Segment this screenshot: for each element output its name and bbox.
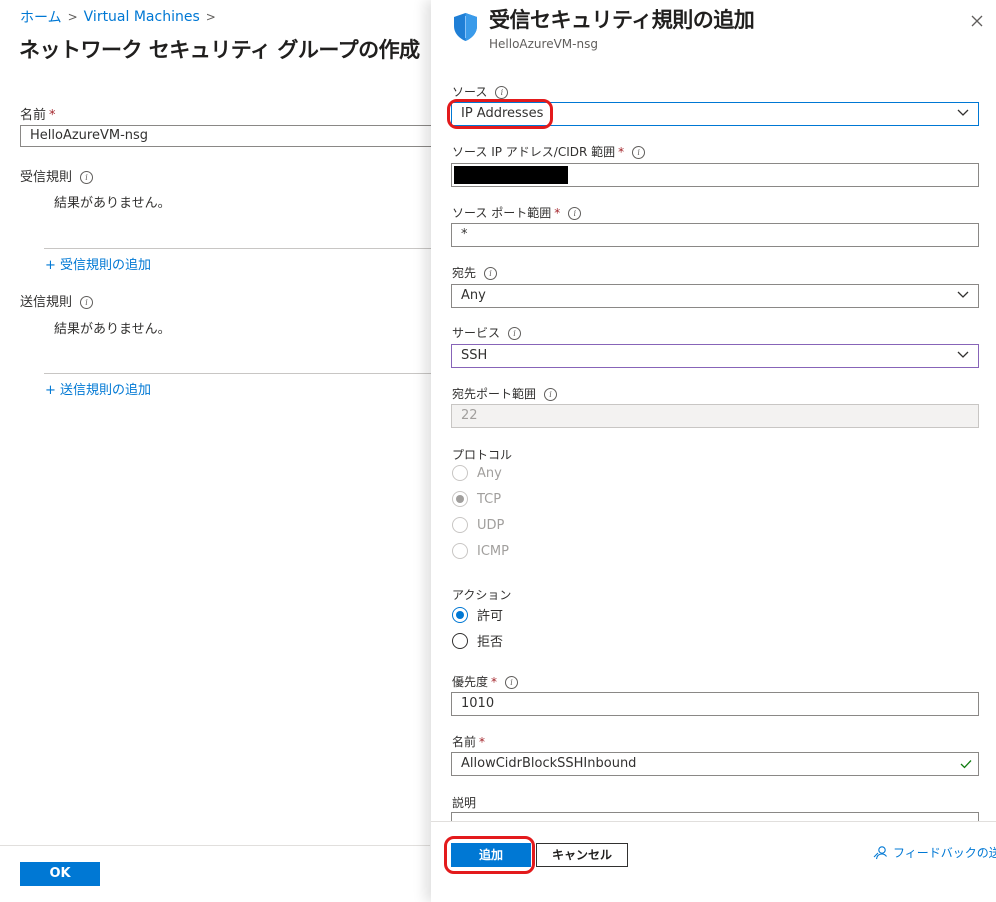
source-ip-label: ソース IP アドレス/CIDR 範囲 * i (452, 143, 646, 160)
panel-title: 受信セキュリティ規則の追加 (489, 8, 755, 32)
radio-circle[interactable] (452, 606, 468, 623)
priority-label: 優先度 * i (452, 673, 519, 690)
breadcrumb-separator: > (205, 10, 216, 24)
destination-label: 宛先 i (452, 264, 498, 281)
destination-dropdown[interactable]: Any (451, 284, 979, 308)
name-label: 名前 * (20, 108, 56, 123)
inbound-empty-text: 結果がありません。 (54, 196, 171, 211)
destination-port-label: 宛先ポート範囲 i (452, 385, 558, 402)
radio-circle (452, 491, 468, 507)
info-icon[interactable]: i (568, 207, 582, 220)
action-option-deny[interactable]: 拒否 (452, 631, 503, 650)
required-mark: * (491, 675, 498, 689)
radio-circle (452, 543, 468, 559)
close-icon[interactable] (966, 10, 988, 32)
rule-name-value: AllowCidrBlockSSHInbound (461, 756, 637, 771)
checkmark-icon (960, 760, 972, 769)
divider (44, 248, 432, 249)
ok-button[interactable]: OK (20, 862, 100, 886)
info-icon[interactable]: i (632, 146, 646, 159)
footer-divider (0, 845, 430, 846)
required-mark: * (554, 206, 561, 220)
rule-name-input[interactable]: AllowCidrBlockSSHInbound (451, 752, 979, 776)
highlight-box (447, 99, 553, 129)
rule-name-label: 名前 * (452, 735, 486, 749)
info-icon[interactable]: i (505, 676, 519, 689)
source-port-input[interactable]: * (451, 223, 979, 247)
description-label: 説明 (452, 796, 477, 810)
protocol-option-udp: UDP (452, 517, 504, 533)
breadcrumb: ホーム > Virtual Machines > (20, 7, 216, 27)
breadcrumb-virtual-machines[interactable]: Virtual Machines (84, 9, 200, 25)
chevron-down-icon (957, 109, 969, 116)
divider (44, 373, 432, 374)
service-label: サービス i (452, 324, 522, 341)
inbound-rules-label: 受信規則 i (20, 166, 94, 185)
chevron-down-icon (957, 351, 969, 358)
chevron-down-icon (957, 291, 969, 298)
info-icon[interactable]: i (80, 171, 94, 184)
radio-circle[interactable] (452, 632, 468, 649)
add-inbound-rule-link[interactable]: + 受信規則の追加 (45, 254, 151, 273)
footer-divider (431, 821, 996, 822)
service-dropdown-value: SSH (461, 348, 488, 363)
description-input[interactable] (451, 812, 979, 821)
send-feedback-link[interactable]: フィードバックの送信 (873, 844, 996, 861)
add-outbound-rule-link[interactable]: + 送信規則の追加 (45, 379, 151, 398)
radio-circle (452, 465, 468, 481)
breadcrumb-home[interactable]: ホーム (20, 7, 62, 27)
protocol-label: プロトコル (452, 448, 513, 462)
page-title: ネットワーク セキュリティ グループの作成 (19, 38, 420, 62)
outbound-empty-text: 結果がありません。 (54, 322, 171, 337)
action-label: アクション (452, 588, 512, 602)
source-port-label: ソース ポート範囲 * i (452, 204, 582, 221)
priority-input[interactable]: 1010 (451, 692, 979, 716)
breadcrumb-separator: > (67, 10, 78, 24)
source-label: ソース i (452, 83, 509, 100)
source-ip-input[interactable] (451, 163, 979, 187)
protocol-option-any: Any (452, 465, 502, 481)
feedback-icon (873, 845, 887, 859)
info-icon[interactable]: i (484, 267, 498, 280)
protocol-option-icmp: ICMP (452, 543, 509, 559)
panel-subtitle: HelloAzureVM-nsg (489, 37, 598, 51)
info-icon[interactable]: i (544, 388, 558, 401)
shield-icon (454, 13, 477, 41)
info-icon[interactable]: i (80, 296, 94, 309)
service-dropdown[interactable]: SSH (451, 344, 979, 368)
destination-dropdown-value: Any (461, 288, 486, 303)
cancel-button[interactable]: キャンセル (536, 843, 628, 867)
nsg-name-input[interactable]: HelloAzureVM-nsg (20, 125, 432, 147)
highlight-box (444, 836, 535, 874)
radio-circle (452, 517, 468, 533)
info-icon[interactable]: i (495, 86, 509, 99)
action-option-allow[interactable]: 許可 (452, 605, 503, 624)
redacted-value (454, 166, 568, 184)
required-mark: * (49, 108, 56, 123)
required-mark: * (618, 145, 625, 159)
destination-port-input: 22 (451, 404, 979, 428)
required-mark: * (479, 735, 486, 749)
info-icon[interactable]: i (508, 327, 522, 340)
outbound-rules-label: 送信規則 i (20, 291, 94, 310)
protocol-option-tcp: TCP (452, 491, 501, 507)
